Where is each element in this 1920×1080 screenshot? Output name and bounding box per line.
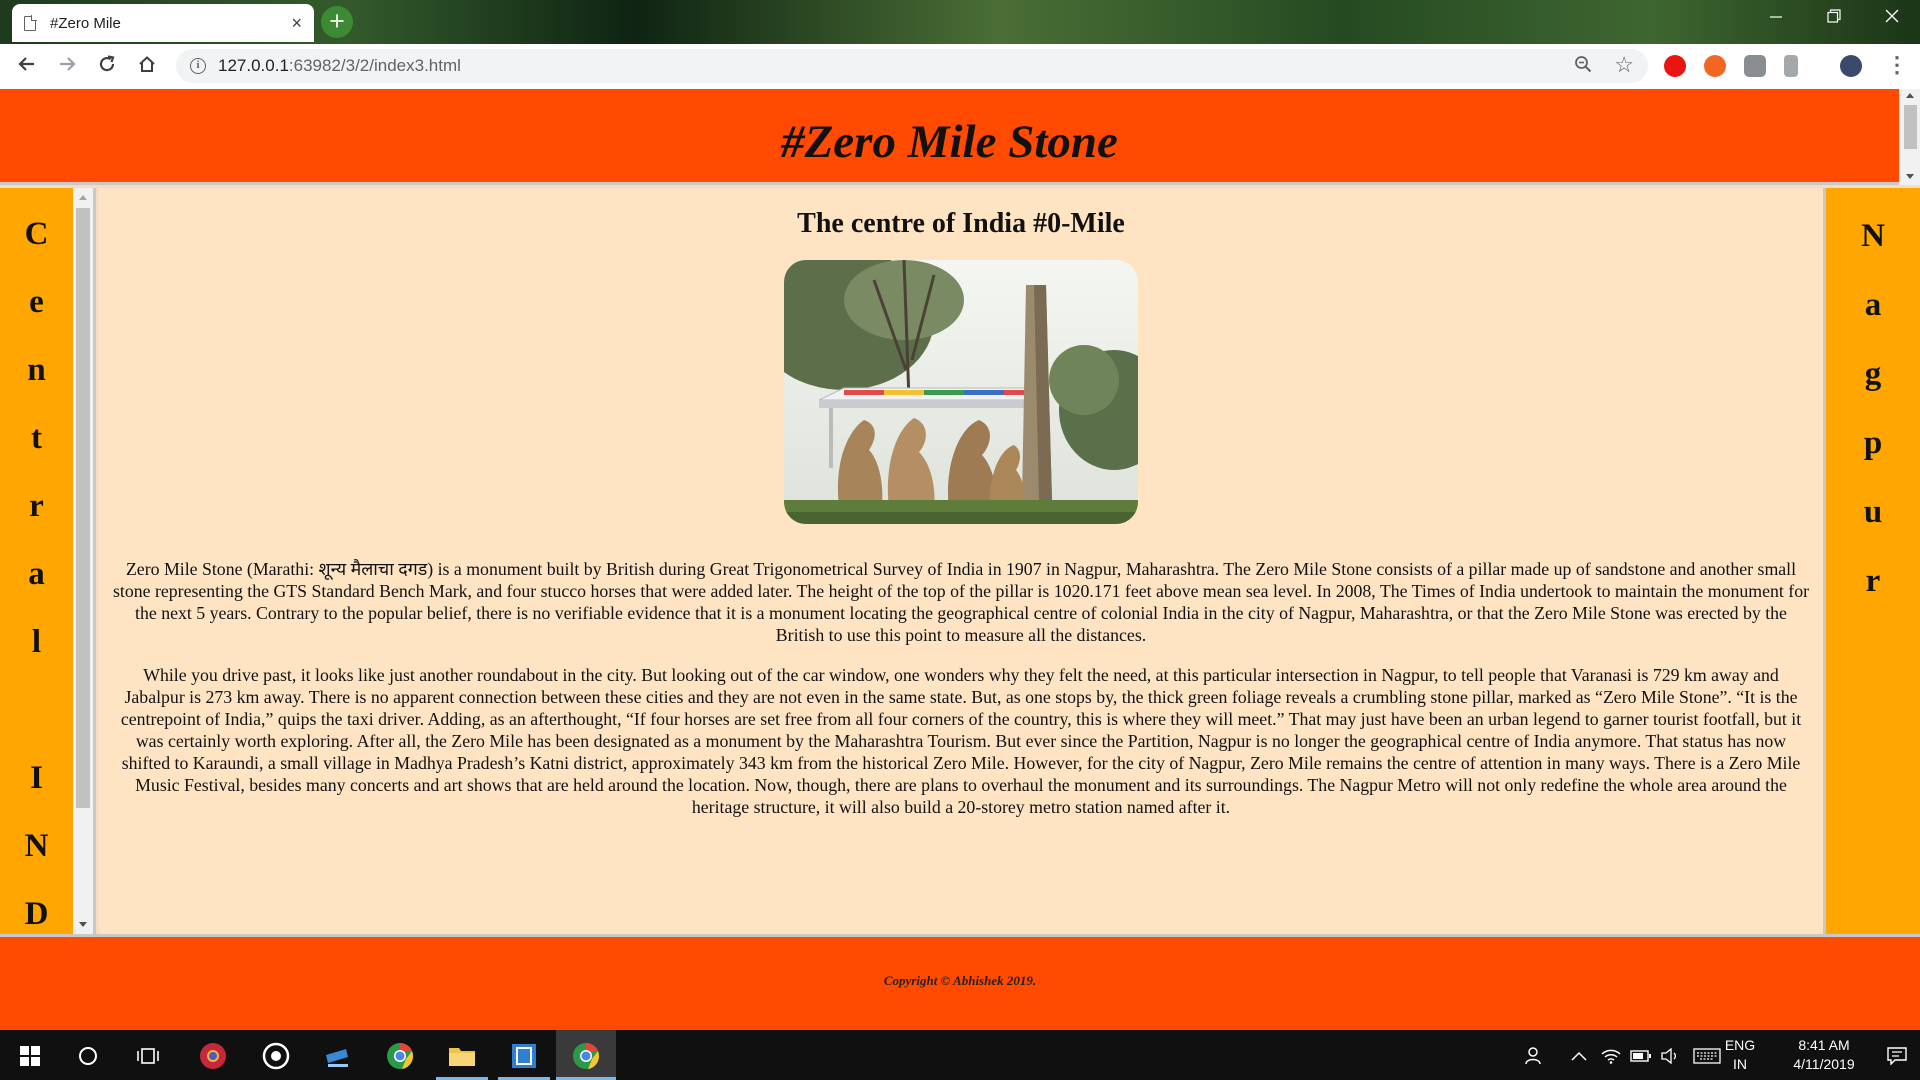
minimize-button[interactable] (1748, 0, 1804, 38)
page-viewport: #Zero Mile Stone C e n t r a l I N D The… (0, 89, 1920, 1030)
close-tab-icon[interactable]: × (291, 13, 302, 34)
region-code: IN (1733, 1056, 1747, 1072)
copyright-text: Copyright © Abhishek 2019. (883, 973, 1037, 988)
file-explorer-taskbar-icon[interactable] (436, 1030, 488, 1080)
scrollbar-thumb[interactable] (76, 208, 90, 808)
minimize-icon (1770, 16, 1782, 18)
left-sidebar-text: C e n t r a l I N D (0, 200, 73, 948)
media-player-taskbar-icon[interactable] (250, 1030, 302, 1080)
main-content-frame: The centre of India #0-Mile Zero Mile St… (99, 188, 1823, 934)
sidebar-letter: a (1864, 287, 1882, 323)
close-icon (1885, 9, 1899, 23)
sidebar-letter (0, 676, 73, 744)
restore-button[interactable] (1806, 0, 1862, 38)
sidebar-letter: N (24, 828, 49, 864)
forward-button[interactable] (50, 49, 84, 83)
info-icon[interactable]: i (190, 58, 206, 74)
sidebar-letter: I (30, 760, 43, 796)
home-button[interactable] (130, 49, 164, 83)
browser-menu-icon[interactable]: ⋮ (1886, 52, 1908, 78)
arrow-left-icon (18, 57, 34, 71)
cortana-circle-icon (79, 1047, 97, 1066)
right-sidebar-frame: N a g p u r (1823, 188, 1920, 934)
adblock-extension-icon[interactable] (1664, 55, 1686, 77)
sidebar-letter: n (27, 352, 46, 388)
sidebar-letter: g (1864, 356, 1882, 392)
zero-mile-monument-image (784, 260, 1138, 524)
clock-time: 8:41 AM (1798, 1037, 1850, 1053)
clock[interactable]: 8:41 AM 4/11/2019 (1784, 1036, 1864, 1074)
close-window-button[interactable] (1864, 0, 1920, 38)
back-button[interactable] (10, 49, 44, 83)
sidebar-letter: a (28, 556, 45, 592)
url-text[interactable]: 127.0.0.1:63982/3/2/index3.html (218, 49, 461, 83)
chrome-taskbar-icon[interactable] (374, 1030, 426, 1080)
search-button[interactable] (62, 1030, 114, 1080)
header-frame-scrollbar[interactable] (1899, 89, 1920, 185)
paragraph-travel: While you drive past, it looks like just… (120, 665, 1802, 817)
main-heading: The centre of India #0-Mile (797, 208, 1125, 239)
language-code: ENG (1724, 1037, 1756, 1053)
profile-avatar[interactable] (1840, 55, 1862, 77)
extension-gray-icon[interactable] (1744, 55, 1766, 77)
scrollbar-thumb[interactable] (1904, 105, 1917, 149)
task-view-button[interactable] (122, 1030, 174, 1080)
left-frame-scrollbar[interactable] (73, 188, 93, 934)
sidebar-letter: u (1863, 494, 1883, 530)
browser-toolbar: i 127.0.0.1:63982/3/2/index3.html ☆ ⋮ (0, 44, 1920, 89)
restore-icon (1827, 9, 1841, 23)
scroll-down-arrow-icon[interactable] (79, 922, 87, 927)
new-tab-button[interactable]: + (321, 6, 353, 38)
browser-titlebar: #Zero Mile × + i 127.0.0.1:63982/3/2/ind… (0, 0, 1920, 89)
tab-title: #Zero Mile (50, 14, 121, 32)
browser-tab[interactable]: #Zero Mile × (12, 4, 314, 42)
site-header: #Zero Mile Stone (0, 89, 1899, 185)
sketch-app-taskbar-icon[interactable] (312, 1030, 364, 1080)
sidebar-letter: t (31, 420, 42, 456)
site-title: #Zero Mile Stone (781, 116, 1118, 168)
bookmark-star-icon[interactable]: ☆ (1614, 52, 1634, 78)
language-indicator[interactable]: ENG IN (1722, 1036, 1758, 1074)
people-icon[interactable] (1520, 1030, 1550, 1080)
site-footer: Copyright © Abhishek 2019. (0, 934, 1920, 1030)
arrow-right-icon (60, 57, 76, 71)
scroll-up-arrow-icon[interactable] (79, 195, 87, 200)
clock-date: 4/11/2019 (1793, 1056, 1855, 1072)
address-bar[interactable]: i 127.0.0.1:63982/3/2/index3.html ☆ (176, 49, 1648, 83)
chrome-canary-taskbar-icon[interactable] (187, 1030, 239, 1080)
scroll-up-arrow-icon[interactable] (1906, 93, 1914, 98)
sidebar-letter: l (31, 624, 42, 660)
task-view-icon (137, 1048, 159, 1064)
sidebar-letter: r (29, 488, 44, 524)
home-icon (139, 56, 155, 72)
wifi-icon[interactable] (1598, 1030, 1624, 1080)
extension-lock-icon[interactable] (1784, 55, 1798, 77)
chrome-active-taskbar-icon[interactable] (556, 1030, 616, 1080)
notifications-icon[interactable] (1882, 1030, 1912, 1080)
zoom-icon[interactable] (1574, 55, 1592, 79)
sidebar-letter: C (24, 216, 49, 252)
windows-taskbar: ENG IN 8:41 AM 4/11/2019 (0, 1030, 1920, 1080)
left-sidebar-frame: C e n t r a l I N D (0, 188, 96, 934)
volume-icon[interactable] (1658, 1030, 1684, 1080)
sidebar-letter: N (1861, 218, 1885, 254)
reload-button[interactable] (90, 49, 124, 83)
extension-orange-icon[interactable] (1704, 55, 1726, 77)
reload-icon (99, 55, 115, 72)
paragraph-history: Zero Mile Stone (Marathi: शून्य मैलाचा द… (112, 559, 1810, 645)
page-icon (24, 14, 37, 31)
vscode-taskbar-icon[interactable] (498, 1030, 550, 1080)
chevron-up-icon[interactable] (1566, 1030, 1592, 1080)
keyboard-icon[interactable] (1690, 1030, 1724, 1080)
sidebar-letter: p (1863, 425, 1883, 461)
right-sidebar-text: N a g p u r (1826, 202, 1920, 616)
sidebar-letter: e (29, 284, 44, 320)
start-button[interactable] (4, 1030, 56, 1080)
scroll-down-arrow-icon[interactable] (1906, 174, 1914, 179)
windows-logo-icon (20, 1046, 40, 1067)
sidebar-letter: r (1865, 563, 1881, 599)
battery-icon[interactable] (1628, 1030, 1654, 1080)
